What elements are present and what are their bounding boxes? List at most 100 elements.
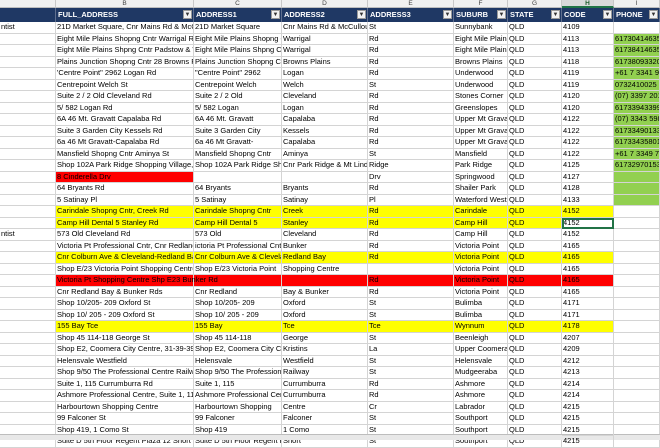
table-cell[interactable]: Kristins [282,344,368,356]
table-cell[interactable]: QLD [508,413,562,425]
table-cell[interactable]: Oxford [282,298,368,310]
table-cell[interactable] [614,286,660,298]
table-cell[interactable]: 4127 [562,171,614,183]
table-cell[interactable] [0,390,56,402]
table-cell[interactable]: 4165 [562,263,614,275]
table-cell[interactable] [0,91,56,103]
table-cell[interactable]: 99 Falconer St [56,413,194,425]
table-cell[interactable]: 4209 [562,344,614,356]
table-cell[interactable]: Ashmore Professional Centre [194,390,282,402]
table-cell[interactable] [614,194,660,206]
table-cell[interactable] [614,252,660,264]
table-cell[interactable]: Cnr Redland Bay & Bunker Rds [56,286,194,298]
table-cell[interactable]: Shop E2, Coomera City Centre [194,344,282,356]
table-cell[interactable]: Camp Hill Dental 5 [194,217,282,229]
header-cell-state[interactable]: STATE ▼ [508,8,562,22]
table-cell[interactable]: 4152 [562,229,614,241]
table-cell[interactable] [0,114,56,126]
table-cell[interactable]: 4213 [562,367,614,379]
table-cell[interactable] [0,45,56,57]
table-cell[interactable]: Victoria Point [454,286,508,298]
table-cell[interactable]: QLD [508,378,562,390]
table-cell[interactable]: 64 Bryants Rd [56,183,194,195]
column-header-e[interactable]: E [368,0,454,8]
table-cell[interactable]: Rd [368,183,454,195]
table-cell[interactable]: Rd [368,137,454,149]
table-cell[interactable]: 4125 [562,160,614,172]
table-cell[interactable]: Rd [368,217,454,229]
table-cell[interactable] [0,56,56,68]
table-cell[interactable]: Browns Plains [454,56,508,68]
table-cell[interactable]: QLD [508,160,562,172]
table-cell[interactable]: 4165 [562,240,614,252]
table-cell[interactable]: Upper Coomera [454,344,508,356]
table-cell[interactable] [0,252,56,264]
table-cell[interactable]: Bay & Bunker [282,286,368,298]
table-cell[interactable]: 5 Satinay Pl [56,194,194,206]
table-cell[interactable]: Rd [368,33,454,45]
table-cell[interactable]: 4171 [562,298,614,310]
table-cell[interactable]: 4122 [562,114,614,126]
table-cell[interactable] [0,171,56,183]
table-cell[interactable]: 155 Bay [194,321,282,333]
table-cell[interactable]: Centrepoint Welch St [56,79,194,91]
table-cell[interactable]: 4152 [562,206,614,218]
table-cell[interactable]: Harbourtown Shopping [194,401,282,413]
table-cell[interactable]: QLD [508,401,562,413]
table-cell[interactable]: Warrigal [282,33,368,45]
table-cell[interactable]: St [368,148,454,160]
table-cell[interactable]: Oxford [282,309,368,321]
table-cell[interactable] [0,240,56,252]
table-cell[interactable]: Shop 10/205- 209 [194,298,282,310]
table-cell[interactable]: Waterford West [454,194,508,206]
table-cell[interactable]: 'Centre Point" 2962 Logan Rd [56,68,194,80]
table-cell[interactable] [614,22,660,34]
table-cell[interactable]: QLD [508,206,562,218]
table-cell[interactable]: QLD [508,240,562,252]
column-header-g[interactable]: G [508,0,562,8]
table-cell[interactable]: Shop 10/205- 209 Oxford St [56,298,194,310]
table-cell[interactable]: 4215 [562,436,614,448]
table-cell[interactable]: St [368,298,454,310]
table-cell[interactable]: QLD [508,309,562,321]
table-cell[interactable] [0,137,56,149]
column-header-f[interactable]: F [454,0,508,8]
table-cell[interactable]: (07) 3397 2018 [614,91,660,103]
table-cell[interactable]: Rd [368,206,454,218]
table-cell[interactable] [282,275,368,287]
table-cell[interactable]: Bunker [282,240,368,252]
table-cell[interactable]: Upper Mt Gravatt [454,137,508,149]
table-cell[interactable] [614,171,660,183]
table-cell[interactable]: +61 7 3349 7744 [614,148,660,160]
table-cell[interactable]: Suite 3 Garden City [194,125,282,137]
table-cell[interactable] [614,229,660,241]
table-cell[interactable]: Shop 45 114-118 [194,332,282,344]
table-cell[interactable]: St [368,22,454,34]
table-cell[interactable]: QLD [508,344,562,356]
table-cell[interactable] [0,413,56,425]
filter-dropdown-icon[interactable]: ▼ [357,10,366,19]
table-cell[interactable]: 4118 [562,56,614,68]
table-cell[interactable]: Ashmore [454,378,508,390]
table-cell[interactable] [614,332,660,344]
table-cell[interactable] [0,125,56,137]
table-cell[interactable]: Ashmore [454,390,508,402]
table-cell[interactable]: Currumburra [282,390,368,402]
table-cell[interactable]: Suite 1, 115 Currumburra Rd [56,378,194,390]
table-cell[interactable]: ntist [0,229,56,241]
table-cell[interactable]: Camp Hill Dental 5 Stanley Rd [56,217,194,229]
table-cell[interactable]: Upper Mt Gravatt [454,125,508,137]
table-cell[interactable]: 4120 [562,102,614,114]
table-cell[interactable] [0,344,56,356]
table-cell[interactable]: Park Ridge [454,160,508,172]
table-cell[interactable]: Rd [368,275,454,287]
column-header-a[interactable] [0,0,56,8]
table-cell[interactable] [0,321,56,333]
table-cell[interactable]: QLD [508,355,562,367]
table-cell[interactable]: Pl [368,194,454,206]
column-header-c[interactable]: C [194,0,282,8]
table-cell[interactable]: QLD [508,321,562,333]
table-cell[interactable]: Bulimba [454,309,508,321]
table-cell[interactable]: Rd [368,390,454,402]
table-cell[interactable]: Beenleigh [454,332,508,344]
